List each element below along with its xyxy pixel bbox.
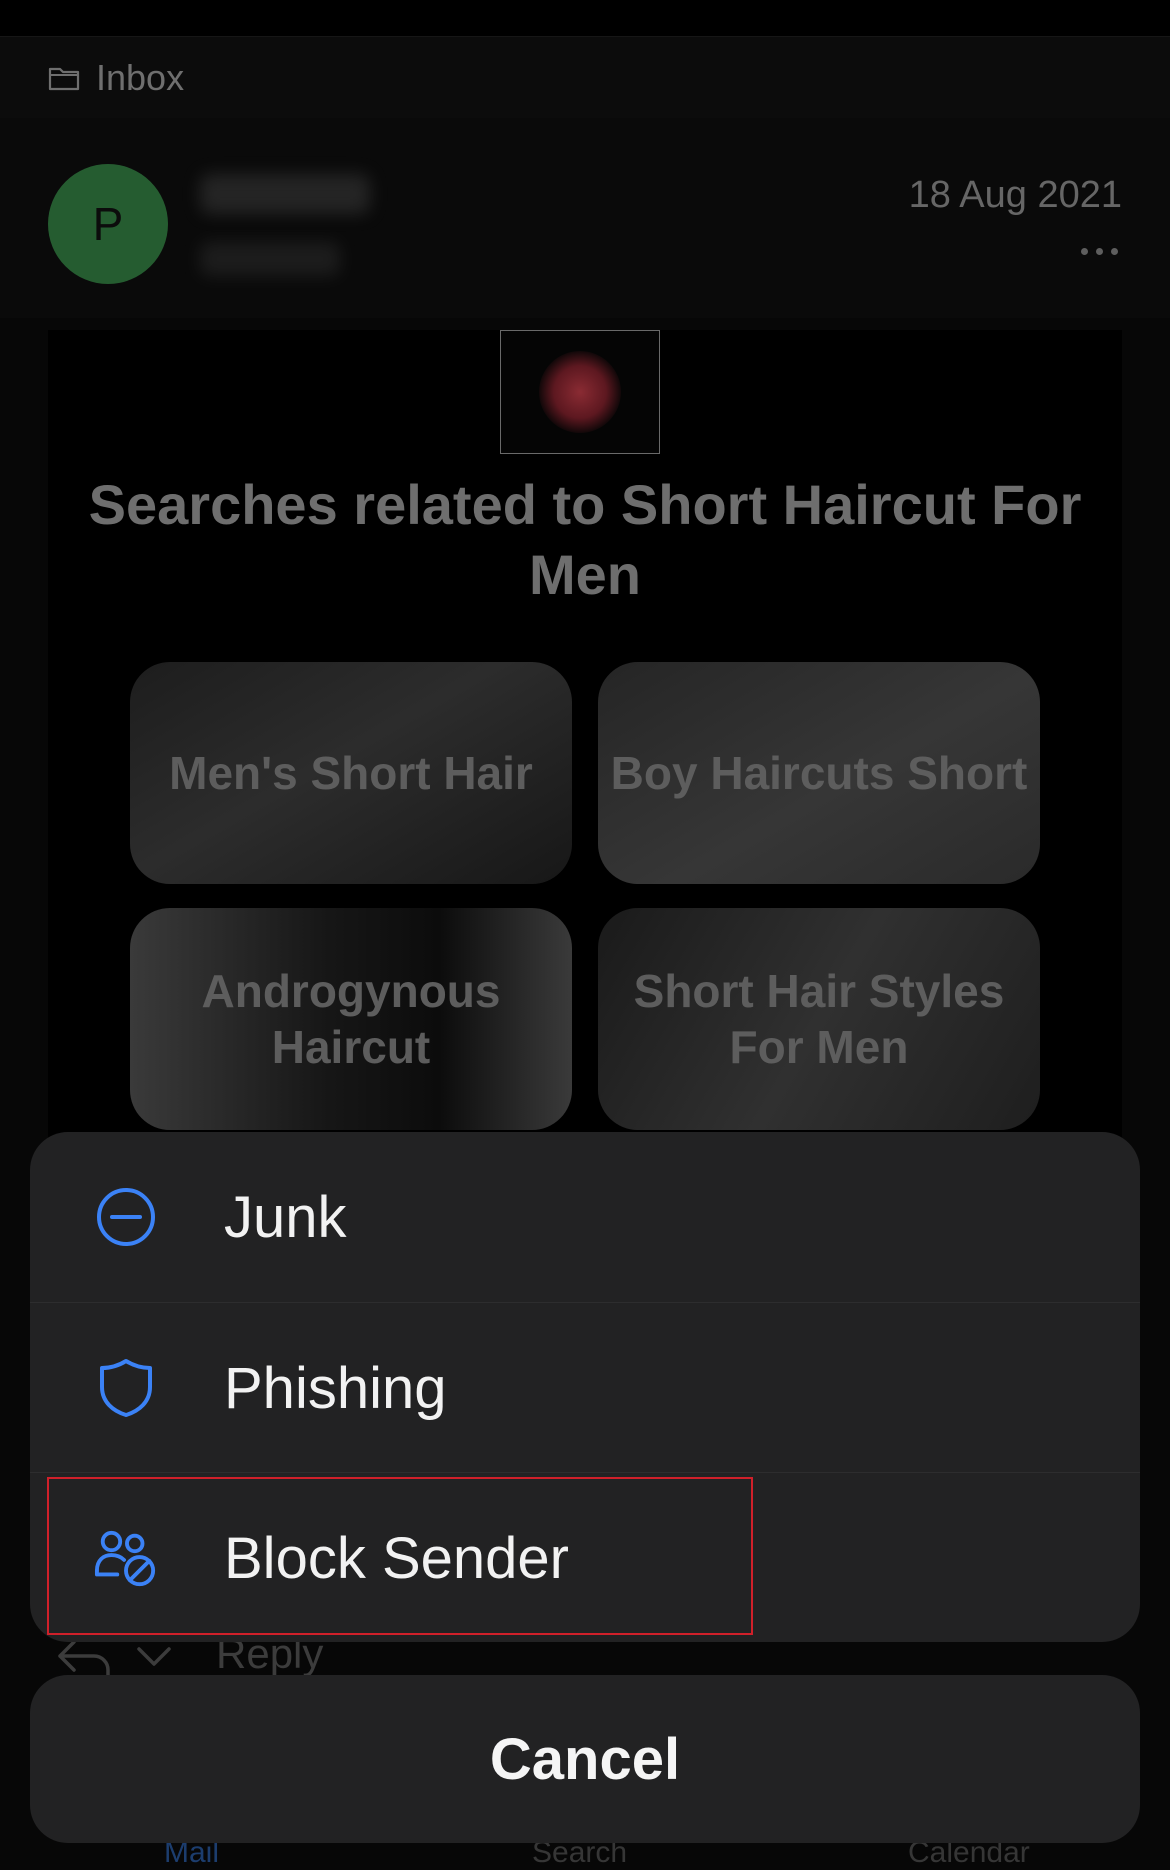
sender-name-blurred (200, 174, 370, 214)
folder-icon (48, 64, 82, 92)
tile-label: Boy Haircuts Short (610, 747, 1028, 799)
search-tile[interactable]: Androgynous Haircut (130, 908, 572, 1130)
block-sender-highlight (47, 1477, 753, 1635)
folder-bar[interactable]: Inbox (0, 36, 1170, 120)
phishing-label: Phishing (224, 1355, 447, 1421)
sender-logo (500, 330, 660, 454)
search-tile[interactable]: Men's Short Hair (130, 662, 572, 884)
shield-icon (94, 1356, 158, 1420)
tile-label: Androgynous Haircut (201, 965, 501, 1073)
folder-label: Inbox (96, 57, 185, 98)
more-options-icon[interactable] (1081, 248, 1118, 255)
search-tile[interactable]: Boy Haircuts Short (598, 662, 1040, 884)
chevron-down-icon[interactable] (136, 1646, 172, 1673)
phishing-option[interactable]: Phishing (30, 1302, 1140, 1473)
junk-label: Junk (224, 1184, 347, 1250)
recipient-blurred (200, 242, 340, 276)
cancel-label: Cancel (489, 1726, 681, 1792)
status-bar (0, 0, 1170, 36)
tile-label: Men's Short Hair (169, 747, 533, 799)
junk-minus-circle-icon (94, 1185, 158, 1249)
email-header: P 18 Aug 2021 (0, 118, 1170, 318)
email-date: 18 Aug 2021 (908, 174, 1122, 216)
junk-option[interactable]: Junk (30, 1132, 1140, 1302)
tile-label: Short Hair Styles For Men (633, 965, 1005, 1073)
email-body: Searches related to Short Haircut For Me… (48, 330, 1122, 1160)
email-heading: Searches related to Short Haircut For Me… (88, 473, 1082, 606)
cancel-button[interactable]: Cancel (30, 1675, 1140, 1843)
search-tile[interactable]: Short Hair Styles For Men (598, 908, 1040, 1130)
avatar[interactable]: P (48, 164, 168, 284)
